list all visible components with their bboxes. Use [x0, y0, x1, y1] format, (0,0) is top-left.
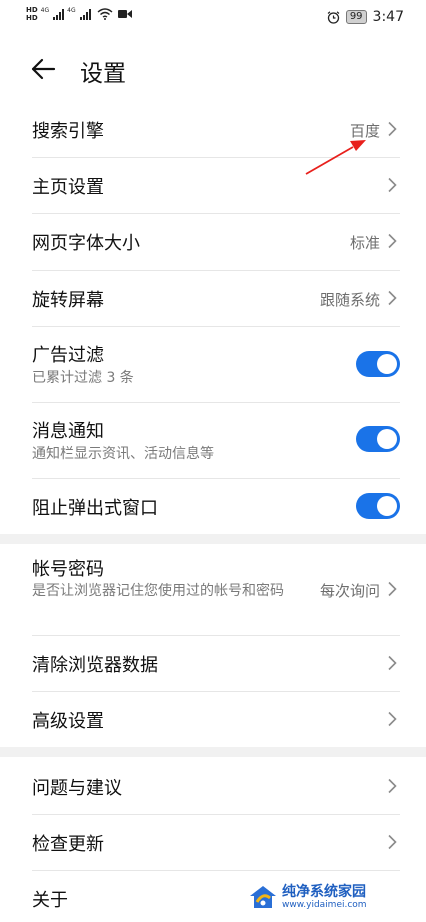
setting-title: 关于 — [32, 890, 68, 911]
setting-title: 旋转屏幕 — [32, 290, 104, 311]
chevron-right-icon — [388, 233, 397, 249]
setting-title: 清除浏览器数据 — [32, 655, 158, 676]
chevron-right-icon — [388, 121, 397, 137]
setting-search-engine[interactable]: 搜索引擎 百度 — [32, 101, 400, 158]
setting-title: 主页设置 — [32, 177, 104, 198]
setting-notifications: 消息通知 通知栏显示资讯、活动信息等 — [32, 402, 400, 479]
network-type-1: 4G — [40, 6, 50, 14]
setting-title: 帐号密码 — [32, 559, 104, 580]
chevron-right-icon — [388, 778, 397, 794]
alarm-icon — [327, 10, 340, 24]
setting-title: 搜索引擎 — [32, 121, 104, 142]
section-divider — [0, 534, 426, 544]
battery-icon: 99 — [345, 10, 367, 24]
setting-font-size[interactable]: 网页字体大小 标准 — [32, 213, 400, 271]
status-right: 99 3:47 — [327, 9, 404, 25]
setting-feedback[interactable]: 问题与建议 — [32, 757, 400, 815]
setting-value: 每次询问 — [319, 582, 380, 600]
setting-value: 跟随系统 — [319, 291, 380, 309]
setting-title: 高级设置 — [32, 711, 104, 732]
setting-passwords[interactable]: 帐号密码 是否让浏览器记住您使用过的帐号和密码 每次询问 — [32, 544, 400, 636]
setting-title: 广告过滤 — [32, 345, 104, 366]
setting-block-popups: 阻止弹出式窗口 — [32, 478, 400, 534]
setting-ad-filter: 广告过滤 已累计过滤 3 条 — [32, 326, 400, 403]
chevron-right-icon — [388, 290, 397, 306]
wifi-icon — [97, 8, 113, 20]
back-arrow-icon[interactable] — [30, 56, 56, 82]
status-left: HD HD 4G 4G — [26, 6, 132, 22]
setting-check-update[interactable]: 检查更新 — [32, 814, 400, 871]
setting-subtitle: 已累计过滤 3 条 — [32, 370, 134, 386]
chevron-right-icon — [388, 834, 397, 850]
setting-rotate-screen[interactable]: 旋转屏幕 跟随系统 — [32, 270, 400, 327]
page-title: 设置 — [80, 61, 126, 87]
setting-clear-data[interactable]: 清除浏览器数据 — [32, 635, 400, 692]
header: 设置 — [0, 44, 426, 94]
toggle-knob — [377, 429, 397, 449]
chevron-right-icon — [388, 655, 397, 671]
hd-label-2: HD — [26, 14, 38, 22]
ad-filter-toggle[interactable] — [356, 351, 400, 377]
chevron-right-icon — [388, 177, 397, 193]
clock: 3:47 — [372, 9, 404, 25]
status-bar: HD HD 4G 4G 99 3:47 — [0, 0, 426, 36]
setting-title: 问题与建议 — [32, 778, 122, 799]
setting-subtitle: 是否让浏览器记住您使用过的帐号和密码 — [32, 583, 284, 599]
section-divider — [0, 747, 426, 757]
watermark-url: www.yidaimei.com — [282, 899, 367, 910]
setting-homepage[interactable]: 主页设置 — [32, 157, 400, 214]
network-type-2: 4G — [67, 6, 76, 14]
setting-subtitle: 通知栏显示资讯、活动信息等 — [32, 446, 214, 462]
toggle-knob — [377, 496, 397, 516]
setting-title: 检查更新 — [32, 834, 104, 855]
notifications-toggle[interactable] — [356, 426, 400, 452]
setting-title: 消息通知 — [32, 421, 104, 442]
hd-indicator: HD HD — [26, 6, 38, 22]
signal-icon — [53, 8, 65, 20]
block-popups-toggle[interactable] — [356, 493, 400, 519]
setting-advanced[interactable]: 高级设置 — [32, 691, 400, 747]
watermark-logo-icon — [250, 886, 276, 908]
watermark-text-block: 纯净系统家园 www.yidaimei.com — [282, 883, 367, 910]
video-icon — [117, 10, 132, 18]
setting-value: 标准 — [349, 234, 380, 252]
hd-label-1: HD — [26, 6, 38, 14]
toggle-knob — [377, 354, 397, 374]
watermark-text: 纯净系统家园 — [282, 883, 366, 900]
setting-title: 阻止弹出式窗口 — [32, 498, 158, 519]
chevron-right-icon — [388, 711, 397, 727]
watermark: 纯净系统家园 www.yidaimei.com — [248, 884, 367, 910]
signal-icon-2 — [79, 8, 91, 20]
setting-title: 网页字体大小 — [32, 233, 140, 254]
setting-value: 百度 — [349, 122, 380, 140]
chevron-right-icon — [388, 581, 397, 597]
